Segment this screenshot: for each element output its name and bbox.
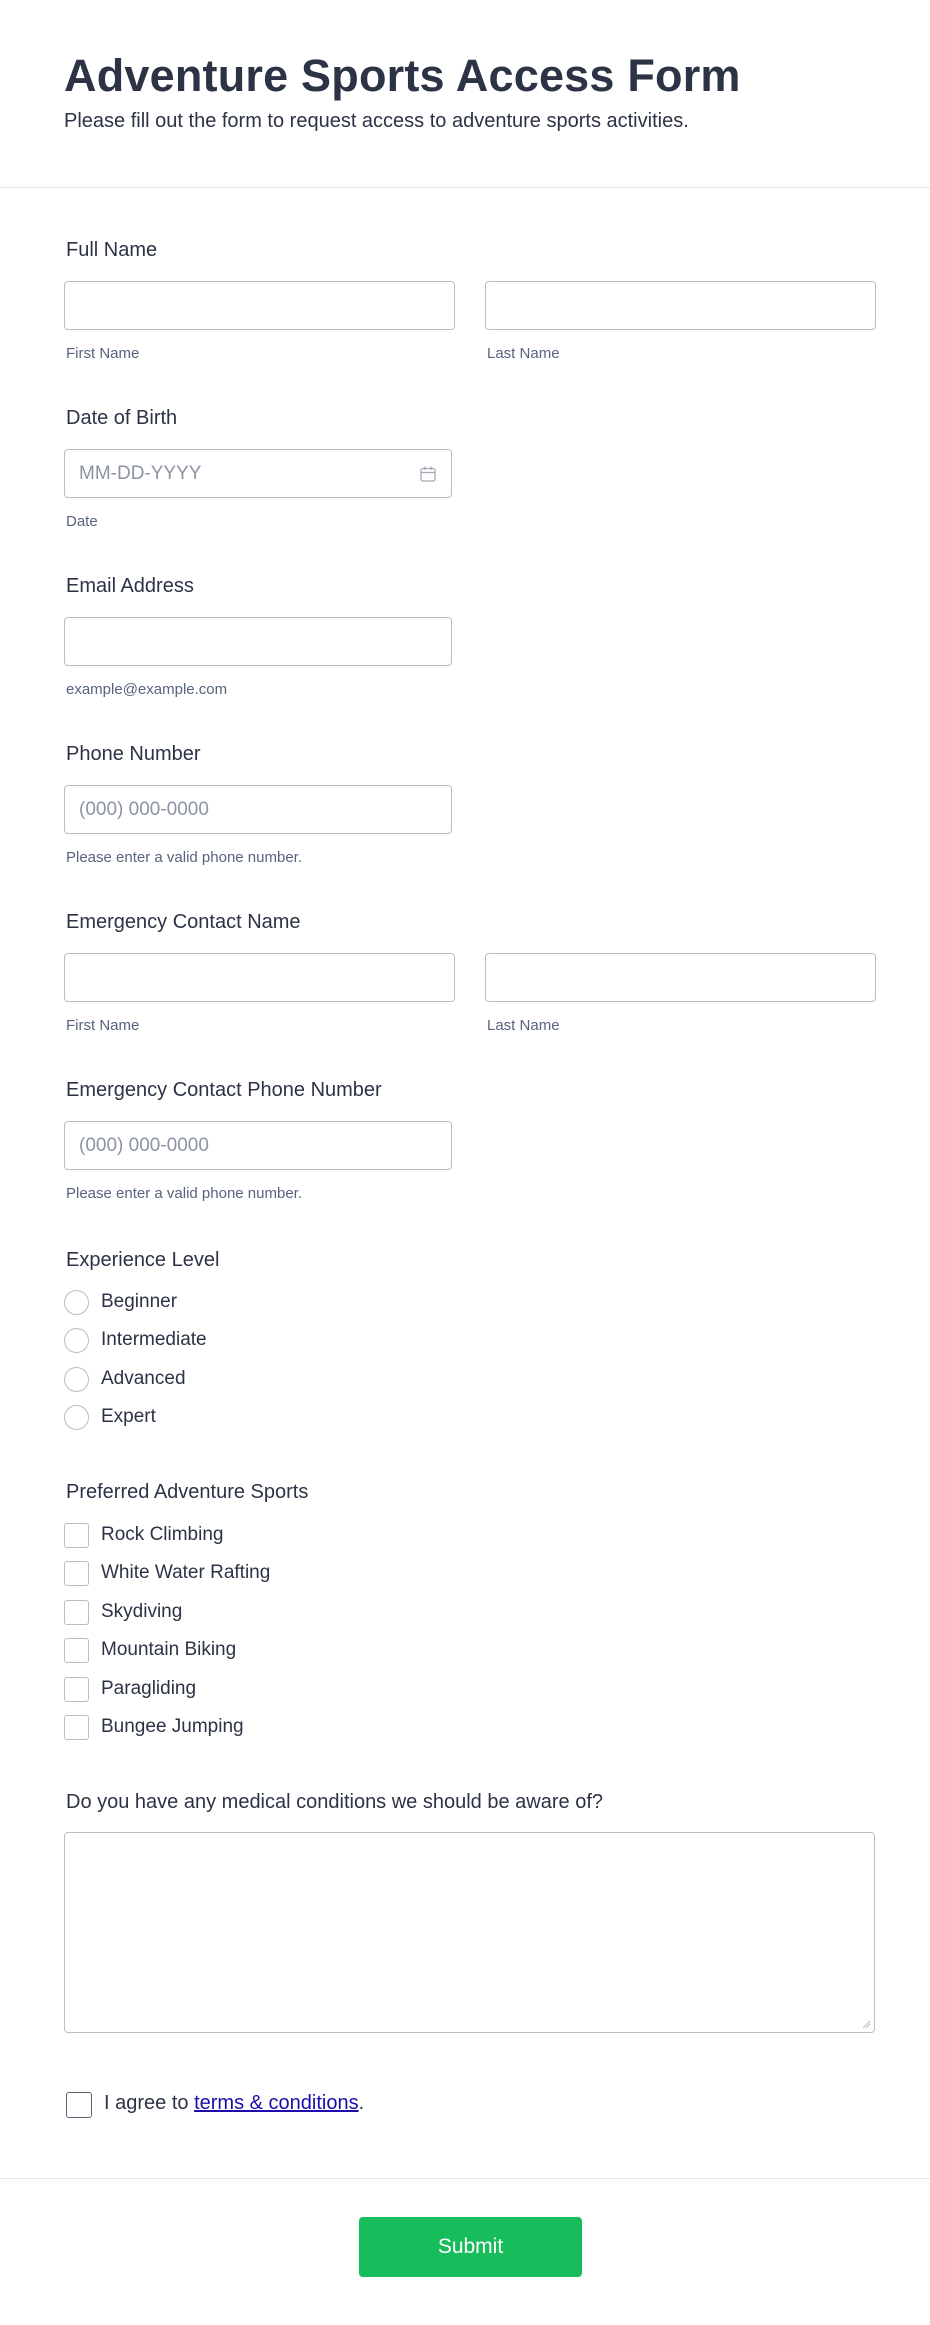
email-label: Email Address — [66, 575, 194, 597]
checkbox[interactable] — [64, 1600, 89, 1625]
terms-prefix: I agree to — [104, 2092, 195, 2114]
dob-placeholder: MM-DD-YYYY — [79, 463, 202, 484]
checkbox-label: Mountain Biking — [101, 1639, 237, 1660]
emergency-first-name-sublabel: First Name — [66, 1017, 140, 1034]
medical-label: Do you have any medical conditions we sh… — [66, 1791, 603, 1813]
radio-button[interactable] — [64, 1328, 89, 1353]
terms-text: I agree to terms & conditions. — [104, 2092, 364, 2115]
checkbox-label: Bungee Jumping — [101, 1716, 244, 1737]
phone-sublabel: Please enter a valid phone number. — [66, 849, 302, 866]
first-name-sublabel: First Name — [66, 345, 140, 362]
sports-label: Preferred Adventure Sports — [66, 1481, 309, 1503]
emergency-phone-label: Emergency Contact Phone Number — [66, 1079, 382, 1101]
terms-checkbox[interactable] — [66, 2092, 92, 2118]
checkbox[interactable] — [64, 1561, 89, 1586]
radio-label: Advanced — [101, 1368, 186, 1389]
first-name-input[interactable] — [64, 281, 455, 330]
phone-label: Phone Number — [66, 743, 201, 765]
resize-handle-icon[interactable] — [861, 2019, 871, 2029]
form-subtitle: Please fill out the form to request acce… — [64, 110, 689, 132]
form-title: Adventure Sports Access Form — [64, 50, 741, 101]
emergency-last-name-input[interactable] — [485, 953, 876, 1002]
radio-button[interactable] — [64, 1367, 89, 1392]
dob-label: Date of Birth — [66, 407, 178, 429]
email-sublabel: example@example.com — [66, 681, 228, 698]
experience-label: Experience Level — [66, 1249, 220, 1271]
radio-label: Beginner — [101, 1291, 178, 1312]
dob-sublabel: Date — [66, 513, 98, 530]
last-name-input[interactable] — [485, 281, 876, 330]
medical-textarea[interactable] — [64, 1832, 875, 2033]
form-header: Adventure Sports Access Form Please fill… — [0, 0, 930, 188]
checkbox-label: Skydiving — [101, 1601, 183, 1622]
emergency-last-name-sublabel: Last Name — [487, 1017, 560, 1034]
emergency-phone-placeholder: (000) 000-0000 — [79, 1135, 209, 1156]
emergency-phone-sublabel: Please enter a valid phone number. — [66, 1185, 302, 1202]
radio-button[interactable] — [64, 1290, 89, 1315]
last-name-sublabel: Last Name — [487, 345, 560, 362]
full-name-label: Full Name — [66, 239, 158, 261]
radio-button[interactable] — [64, 1405, 89, 1430]
dob-input[interactable]: MM-DD-YYYY — [64, 449, 452, 498]
emergency-first-name-input[interactable] — [64, 953, 455, 1002]
radio-label: Intermediate — [101, 1329, 207, 1350]
phone-placeholder: (000) 000-0000 — [79, 799, 209, 820]
terms-link[interactable]: terms & conditions — [194, 2092, 359, 2114]
checkbox[interactable] — [64, 1638, 89, 1663]
checkbox-label: White Water Rafting — [101, 1562, 271, 1583]
checkbox[interactable] — [64, 1523, 89, 1548]
checkbox-label: Rock Climbing — [101, 1524, 224, 1545]
checkbox-label: Paragliding — [101, 1678, 197, 1699]
email-input[interactable] — [64, 617, 452, 666]
phone-input[interactable]: (000) 000-0000 — [64, 785, 452, 834]
radio-label: Expert — [101, 1406, 156, 1427]
emergency-phone-input[interactable]: (000) 000-0000 — [64, 1121, 452, 1170]
terms-suffix: . — [358, 2092, 365, 2114]
checkbox[interactable] — [64, 1715, 89, 1740]
emergency-name-label: Emergency Contact Name — [66, 911, 301, 933]
checkbox[interactable] — [64, 1677, 89, 1702]
calendar-icon[interactable] — [419, 465, 437, 483]
submit-button[interactable]: Submit — [359, 2217, 582, 2277]
